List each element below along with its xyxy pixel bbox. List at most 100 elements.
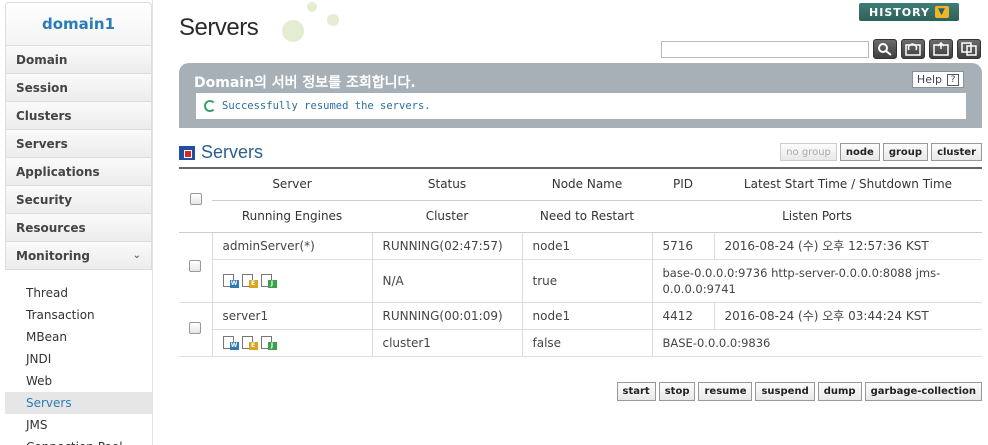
refresh-icon — [204, 100, 216, 112]
sidebar-item-label: Resources — [16, 220, 86, 235]
sidebar-item-monitoring[interactable]: Monitoring ⌄ — [5, 242, 152, 270]
sidebar-item-label: Applications — [16, 164, 100, 179]
column-header: Node Name — [551, 177, 623, 192]
action-buttons: start stop resume suspend dump garbage-c… — [616, 382, 982, 401]
column-header: Need to Restart — [522, 199, 652, 232]
pid: 4412 — [651, 301, 714, 330]
web-engine-icon: W — [222, 335, 239, 350]
group-button[interactable]: group — [882, 143, 929, 161]
info-title: Domain의 서버 정보를 조회합니다. — [194, 75, 416, 91]
table-row: W E J N/A true base-0.0.0.0:9736 http-se… — [179, 259, 982, 303]
column-header: Listen Ports — [652, 199, 982, 232]
help-button[interactable]: Help ? — [911, 71, 964, 88]
table-row: adminServer(*) RUNNING(02:47:57) node1 5… — [179, 231, 982, 303]
submenu-item-connection-pool[interactable]: Connection Pool — [5, 436, 152, 445]
submenu-item-transaction[interactable]: Transaction — [5, 304, 152, 326]
server-name[interactable]: adminServer(*) — [211, 231, 372, 260]
resume-button[interactable]: resume — [698, 382, 753, 401]
need-restart: false — [521, 329, 652, 357]
reload-button[interactable] — [901, 39, 925, 59]
info-panel: Domain의 서버 정보를 조회합니다. Help ? Successfull… — [179, 63, 982, 128]
sidebar-item-label: Domain — [16, 52, 68, 67]
sidebar-item-label: Monitoring — [16, 248, 90, 263]
row-checkbox[interactable] — [189, 321, 202, 334]
running-engines: W E J — [211, 259, 372, 303]
running-engines: W E J — [211, 329, 372, 357]
submenu-item-jms[interactable]: JMS — [5, 414, 152, 436]
sidebar-item-applications[interactable]: Applications — [5, 158, 152, 186]
search-button[interactable] — [873, 39, 897, 59]
copy-button[interactable] — [957, 39, 981, 59]
table-row: server1 RUNNING(00:01:09) node1 4412 201… — [179, 301, 982, 357]
node-button[interactable]: node — [839, 143, 880, 161]
sidebar-item-label: Session — [16, 80, 68, 95]
cluster-button[interactable]: cluster — [931, 143, 982, 161]
stop-button[interactable]: stop — [658, 382, 696, 401]
need-restart: true — [521, 259, 652, 303]
column-header: Cluster — [372, 199, 522, 232]
no-group-button[interactable]: no group — [780, 143, 837, 161]
sidebar-item-servers[interactable]: Servers — [5, 130, 152, 158]
submenu-item-jndi[interactable]: JNDI — [5, 348, 152, 370]
start-time: 2016-08-24 (수) 오후 03:44:24 KST — [713, 301, 982, 330]
server-name[interactable]: server1 — [211, 301, 372, 330]
cluster-name: cluster1 — [371, 329, 522, 357]
submenu-item-servers[interactable]: Servers — [5, 392, 152, 414]
monitoring-submenu: Thread Transaction MBean JNDI Web Server… — [5, 282, 152, 445]
server-status: RUNNING(00:01:09) — [371, 301, 522, 330]
reload-icon — [905, 43, 921, 56]
chevron-down-icon[interactable]: ⌄ — [133, 250, 141, 261]
decorative-circle — [307, 2, 317, 12]
sidebar-item-session[interactable]: Session — [5, 74, 152, 102]
column-header: Running Engines — [212, 199, 372, 232]
sidebar-item-label: Servers — [16, 136, 68, 151]
listen-ports: base-0.0.0.0:9736 http-server-0.0.0.0:80… — [651, 259, 982, 303]
row-checkbox[interactable] — [189, 259, 202, 272]
cluster-name: N/A — [371, 259, 522, 303]
sidebar: domain1 Domain Session Clusters Servers … — [5, 0, 153, 445]
jms-engine-icon: J — [260, 273, 277, 288]
servers-table: Server Status Node Name PID Latest Start… — [179, 167, 982, 357]
ejb-engine-icon: E — [241, 335, 258, 350]
suspend-button[interactable]: suspend — [755, 382, 815, 401]
history-label: HISTORY — [869, 5, 930, 19]
search-input[interactable] — [661, 41, 869, 58]
submenu-item-thread[interactable]: Thread — [5, 282, 152, 304]
sidebar-item-clusters[interactable]: Clusters — [5, 102, 152, 130]
xml-export-icon — [933, 42, 949, 56]
section-title: Servers — [179, 142, 263, 163]
dump-button[interactable]: dump — [817, 382, 862, 401]
column-header: Status — [427, 177, 467, 192]
sidebar-item-resources[interactable]: Resources — [5, 214, 152, 242]
history-button[interactable]: HISTORY ▼ — [859, 3, 959, 21]
search-icon — [878, 43, 892, 56]
export-xml-button[interactable] — [929, 39, 953, 59]
row-select-cell — [179, 231, 212, 303]
copy-icon — [961, 42, 977, 56]
garbage-collection-button[interactable]: garbage-collection — [864, 382, 982, 401]
column-header: PID — [672, 177, 693, 192]
question-icon: ? — [947, 73, 959, 86]
row-select-cell — [179, 301, 212, 357]
submenu-item-web[interactable]: Web — [5, 370, 152, 392]
select-all-checkbox[interactable] — [189, 192, 202, 205]
column-header: Server — [272, 177, 312, 192]
sidebar-item-security[interactable]: Security — [5, 186, 152, 214]
page-title: Servers — [179, 14, 259, 41]
sidebar-item-domain[interactable]: Domain — [5, 46, 152, 74]
jms-engine-icon: J — [260, 335, 277, 350]
table-row: W E J cluster1 false BASE-0.0.0.0:9836 — [179, 329, 982, 357]
sidebar-item-label: Security — [16, 192, 73, 207]
chevron-down-icon: ▼ — [934, 6, 949, 18]
node-name: node1 — [521, 231, 652, 260]
decorative-circle — [327, 14, 339, 26]
submenu-item-mbean[interactable]: MBean — [5, 326, 152, 348]
ejb-engine-icon: E — [241, 273, 258, 288]
column-header: Latest Start Time / Shutdown Time — [743, 177, 953, 192]
sidebar-domain-title[interactable]: domain1 — [5, 2, 152, 46]
node-name: node1 — [521, 301, 652, 330]
decorative-circle — [282, 20, 304, 42]
start-button[interactable]: start — [616, 382, 656, 401]
help-label: Help — [916, 73, 942, 86]
sidebar-item-label: Clusters — [16, 108, 72, 123]
